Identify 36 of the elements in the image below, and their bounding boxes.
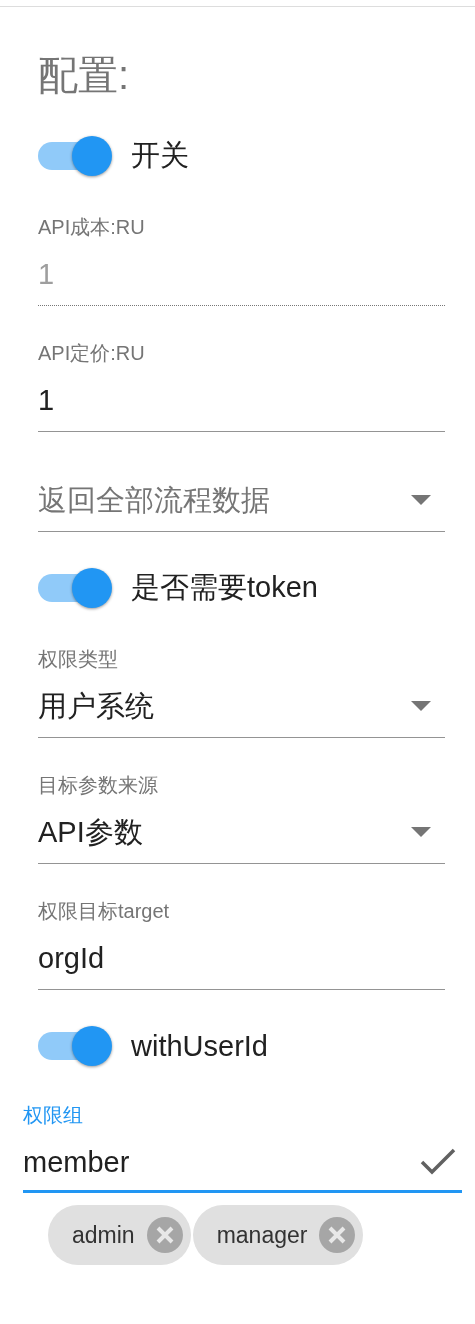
text-field[interactable]: API定价:RU 1 — [38, 340, 445, 432]
tag-chip[interactable]: manager — [192, 1205, 364, 1265]
caret-icon — [411, 701, 431, 711]
field-label: 目标参数来源 — [38, 773, 159, 798]
field-label: 权限类型 — [38, 647, 119, 672]
section-title: 配置: — [38, 52, 131, 99]
chip-label: manager — [216, 1221, 308, 1249]
field-value: 1 — [38, 383, 56, 418]
caret-icon — [411, 495, 431, 505]
text-field[interactable]: 权限目标target orgId — [38, 898, 445, 990]
caret-icon — [411, 827, 431, 837]
toggle-switch[interactable] — [38, 567, 112, 609]
field-value: API参数 — [38, 815, 143, 850]
toggle-switch[interactable] — [38, 135, 112, 177]
toggle-label: 是否需要token — [131, 570, 318, 605]
tag-input-field[interactable]: 权限组 member — [23, 1102, 462, 1193]
field-value: member — [23, 1145, 130, 1180]
field-label: 权限目标target — [38, 899, 171, 924]
field-label: 权限组 — [23, 1103, 84, 1128]
remove-icon[interactable] — [319, 1217, 356, 1253]
field-value: orgId — [38, 941, 106, 976]
remove-icon[interactable] — [146, 1217, 183, 1253]
select-placeholder: 返回全部流程数据 — [38, 483, 270, 518]
select-field[interactable]: 权限类型 用户系统 — [38, 646, 445, 738]
field-label: API成本:RU — [38, 215, 146, 240]
chip-label: admin — [72, 1221, 135, 1249]
check-icon[interactable] — [420, 1148, 456, 1176]
field-value: 用户系统 — [38, 689, 154, 724]
toggle-label: 开关 — [131, 138, 189, 173]
select-field[interactable]: 返回全部流程数据 — [38, 466, 445, 532]
select-field[interactable]: 目标参数来源 API参数 — [38, 772, 445, 864]
field-label: API定价:RU — [38, 341, 146, 366]
toggle-label: withUserId — [131, 1029, 268, 1063]
tag-chip[interactable]: admin — [48, 1205, 191, 1265]
field-value: 1 — [38, 257, 56, 292]
toggle-switch[interactable] — [38, 1025, 112, 1067]
